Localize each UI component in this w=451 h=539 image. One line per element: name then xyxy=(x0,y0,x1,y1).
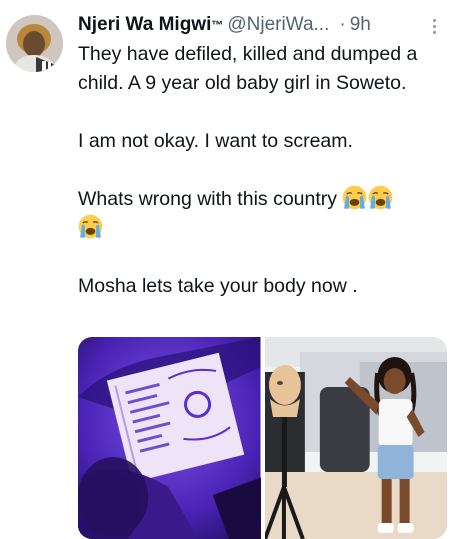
more-options-icon[interactable] xyxy=(425,15,443,37)
tweet-paragraph: They have defiled, killed and dumped a c… xyxy=(78,43,418,94)
author-name[interactable]: Njeri Wa Migwi xyxy=(78,14,211,36)
loudly-crying-face-icon xyxy=(369,185,393,210)
media-photo-2[interactable] xyxy=(264,337,447,539)
separator-dot: · xyxy=(339,14,346,35)
author-handle[interactable]: @NjeriWa... xyxy=(227,14,329,36)
tweet-paragraph: Mosha lets take your body now . xyxy=(78,275,358,297)
media-grid xyxy=(78,337,447,539)
timestamp[interactable]: 9h xyxy=(350,14,371,36)
girl-with-mannequin-photo-icon xyxy=(264,337,447,539)
avatar-image xyxy=(6,15,63,72)
tweet-paragraph-with-emoji: Whats wrong with this country xyxy=(78,185,443,243)
media-photo-1[interactable] xyxy=(78,337,261,539)
tweet-header: Njeri Wa Migwi ™ @NjeriWa... · 9h xyxy=(78,12,443,38)
loudly-crying-face-icon xyxy=(343,185,367,210)
tweet-text: They have defiled, killed and dumped a c… xyxy=(78,40,443,301)
id-document-photo-icon xyxy=(78,337,261,539)
tweet-paragraph-text: Whats wrong with this country xyxy=(78,188,338,210)
loudly-crying-face-icon xyxy=(78,214,103,239)
avatar[interactable] xyxy=(6,15,63,72)
trademark-symbol: ™ xyxy=(211,18,224,32)
tweet-paragraph: I am not okay. I want to scream. xyxy=(78,130,353,152)
